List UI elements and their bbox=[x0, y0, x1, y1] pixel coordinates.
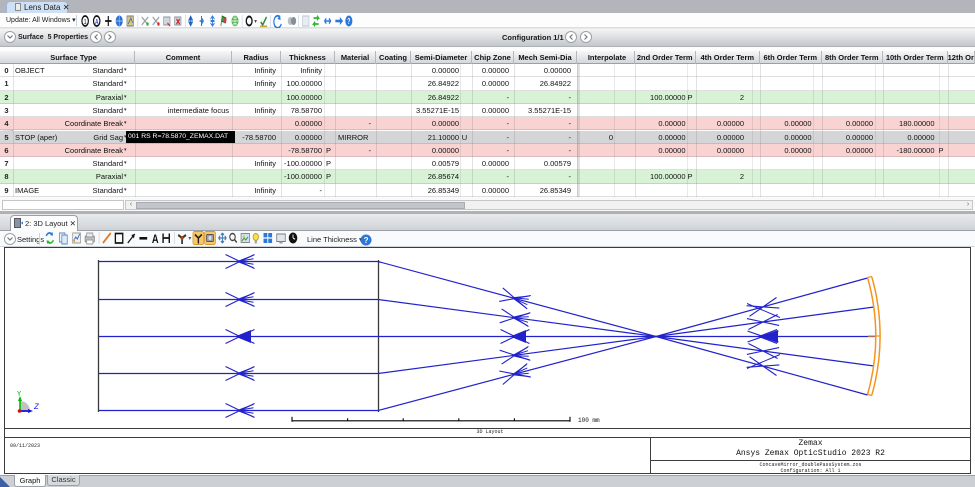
svg-text:A: A bbox=[95, 19, 99, 26]
svg-text:?: ? bbox=[347, 18, 350, 26]
svg-text:?: ? bbox=[364, 236, 369, 245]
svg-text:A: A bbox=[152, 233, 159, 245]
